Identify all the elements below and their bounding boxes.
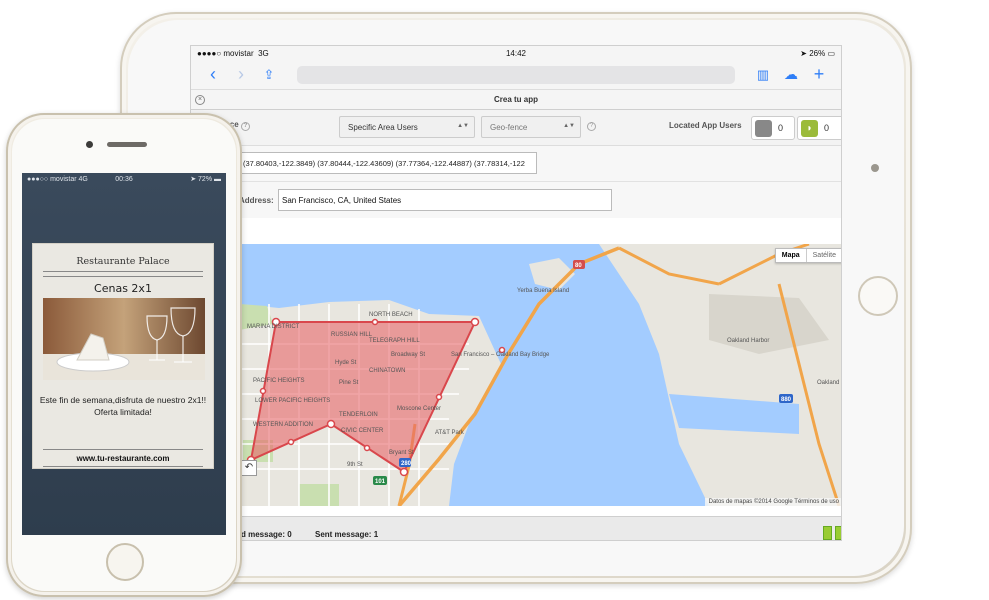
divider — [43, 466, 203, 467]
label-att-park: AT&T Park — [435, 430, 465, 436]
clock: 00:36 — [115, 175, 133, 183]
shield-280: 280 — [401, 461, 412, 467]
ios-users-button[interactable]: 0 — [751, 116, 795, 140]
iphone-home-button[interactable] — [106, 543, 144, 581]
help-icon: ? — [240, 122, 250, 131]
label-marina: MARINA DISTRICT — [247, 324, 300, 330]
undo-icon[interactable]: ↶ — [241, 460, 257, 476]
map-type-control: Mapa Satélite — [774, 248, 841, 263]
toolbar-toggle-icon[interactable] — [823, 526, 832, 540]
clock: 14:42 — [505, 48, 527, 58]
label-western-addition: WESTERN ADDITION — [253, 422, 313, 428]
shield-101: 101 — [375, 479, 386, 485]
address-row: Address: San Francisco, CA, United State… — [191, 182, 841, 218]
front-camera — [86, 141, 93, 148]
bookmarks-icon[interactable]: ▥ — [749, 67, 777, 83]
address-input[interactable]: San Francisco, CA, United States — [278, 189, 612, 211]
apple-icon — [755, 120, 772, 137]
geofence-midpoint — [259, 387, 267, 395]
select-caret-icon: ▲▼ — [563, 123, 575, 129]
ipad-home-button[interactable] — [858, 276, 898, 316]
label-telegraph: TELEGRAPH HILL — [369, 338, 420, 344]
android-icon: ◗ — [801, 120, 818, 137]
coords-row: (37.80403,-122.3849) (37.80444,-122.4360… — [191, 146, 841, 182]
map-canvas: 80 280 101 880 NORTH BEACH MARINA DISTRI… — [239, 244, 841, 506]
label-tenderloin: TENDERLOIN — [339, 412, 378, 418]
iphone-frame: ●●●○○ movistar 4G 00:36 ➤ 72% ▬ Restaura… — [6, 113, 242, 597]
ipad-status-bar: ●●●●○ movistar 3G 14:42 ➤ 26% ▭ — [191, 46, 841, 60]
add-tab-icon[interactable]: + — [805, 64, 833, 85]
divider — [43, 449, 203, 450]
offer-description: Este fin de semana,disfruta de nuestro 2… — [39, 395, 207, 417]
located-users-label: Located App Users — [669, 121, 742, 130]
offer-title: Cenas 2x1 — [94, 282, 152, 295]
label-hyde: Hyde St — [335, 360, 357, 366]
toolbar-toggle-icon[interactable] — [835, 526, 841, 540]
geofence-vertex — [470, 317, 480, 327]
park — [299, 484, 339, 506]
geofence-vertex — [326, 419, 336, 429]
shield-80: 80 — [575, 263, 582, 269]
restaurant-name: Restaurante Palace — [76, 256, 170, 267]
ipad-screen: ●●●●○ movistar 3G 14:42 ➤ 26% ▭ ‹ › ⇪ ▥ … — [190, 45, 842, 541]
label-moscone: Moscone Center — [397, 406, 441, 412]
label-russian-hill: RUSSIAN HILL — [331, 332, 373, 338]
geo-select[interactable]: Geo-fence ▲▼ — [481, 116, 581, 138]
label-broadway: Broadway St — [391, 352, 425, 358]
divider — [43, 276, 203, 277]
label-chinatown: CHINATOWN — [369, 368, 405, 374]
label-oakland-harbor: Oakland Harbor — [727, 338, 769, 344]
restaurant-photo — [43, 298, 205, 380]
cloud-icon[interactable]: ☁ — [777, 66, 805, 83]
select-caret-icon: ▲▼ — [457, 123, 469, 129]
label-pacific-heights: PACIFIC HEIGHTS — [253, 378, 305, 384]
geofence-midpoint — [435, 393, 443, 401]
promo-card[interactable]: Restaurante Palace Cenas 2x1 Este fin de… — [32, 243, 214, 469]
label-ninth: 9th St — [347, 462, 363, 468]
safari-toolbar: ‹ › ⇪ ▥ ☁ + — [191, 60, 841, 90]
tab-title[interactable]: Crea tu app — [494, 95, 538, 104]
label-civic-center: CIVIC CENTER — [341, 428, 384, 434]
area-select[interactable]: Specific Area Users ▲▼ — [339, 116, 475, 138]
map-type-map[interactable]: Mapa — [776, 249, 807, 262]
iphone-screen: ●●●○○ movistar 4G 00:36 ➤ 72% ▬ Restaura… — [22, 173, 226, 535]
label-lower-pacific: LOWER PACIFIC HEIGHTS — [255, 398, 330, 404]
geofence-vertex — [399, 467, 409, 477]
label-oakland: Oakland — [817, 380, 839, 386]
ios-count: 0 — [778, 123, 784, 133]
iphone-status-bar: ●●●○○ movistar 4G 00:36 ➤ 72% ▬ — [22, 173, 226, 185]
earpiece — [107, 142, 147, 147]
label-pine: Pine St — [339, 380, 359, 386]
sent-count: Sent message: 1 — [315, 530, 379, 539]
label-yerba-buena: Yerba Buena Island — [517, 288, 569, 294]
back-icon[interactable]: ‹ — [199, 64, 227, 85]
shield-880: 880 — [781, 397, 792, 403]
android-users-button[interactable]: ◗ 0 — [797, 116, 841, 140]
coords-field[interactable]: (37.80403,-122.3849) (37.80444,-122.4360… — [239, 152, 537, 174]
share-icon[interactable]: ⇪ — [255, 67, 283, 83]
map-attribution: Datos de mapas ©2014 Google Términos de … — [704, 498, 841, 506]
audience-row: on Audience ? Specific Area Users▲▼ Geo-… — [191, 110, 841, 146]
map-view[interactable]: 80 280 101 880 NORTH BEACH MARINA DISTRI… — [239, 244, 841, 506]
map-type-satellite[interactable]: Satélite — [807, 249, 841, 262]
label-bay-bridge: San Francisco – Oakland Bay Bridge — [451, 352, 550, 358]
geofence-midpoint — [363, 444, 371, 452]
restaurant-url[interactable]: www.tu-restaurante.com — [33, 454, 213, 463]
forward-icon[interactable]: › — [227, 64, 255, 85]
label-north-beach: NORTH BEACH — [369, 312, 413, 318]
divider — [43, 271, 203, 272]
message-footer: d message: 0 Sent message: 1 — [191, 516, 841, 540]
tab-bar: × Crea tu app — [191, 90, 841, 110]
help-icon[interactable]: ? — [587, 122, 596, 131]
ipad-camera — [871, 164, 879, 172]
close-tab-icon[interactable]: × — [195, 95, 205, 105]
address-bar[interactable] — [297, 65, 735, 84]
geofence-midpoint — [287, 438, 295, 446]
label-bryant: Bryant St — [389, 450, 414, 456]
received-count: d message: 0 — [241, 530, 292, 539]
android-count: 0 — [824, 123, 830, 133]
geofence-midpoint — [371, 318, 379, 326]
address-label: Address: — [239, 196, 274, 205]
